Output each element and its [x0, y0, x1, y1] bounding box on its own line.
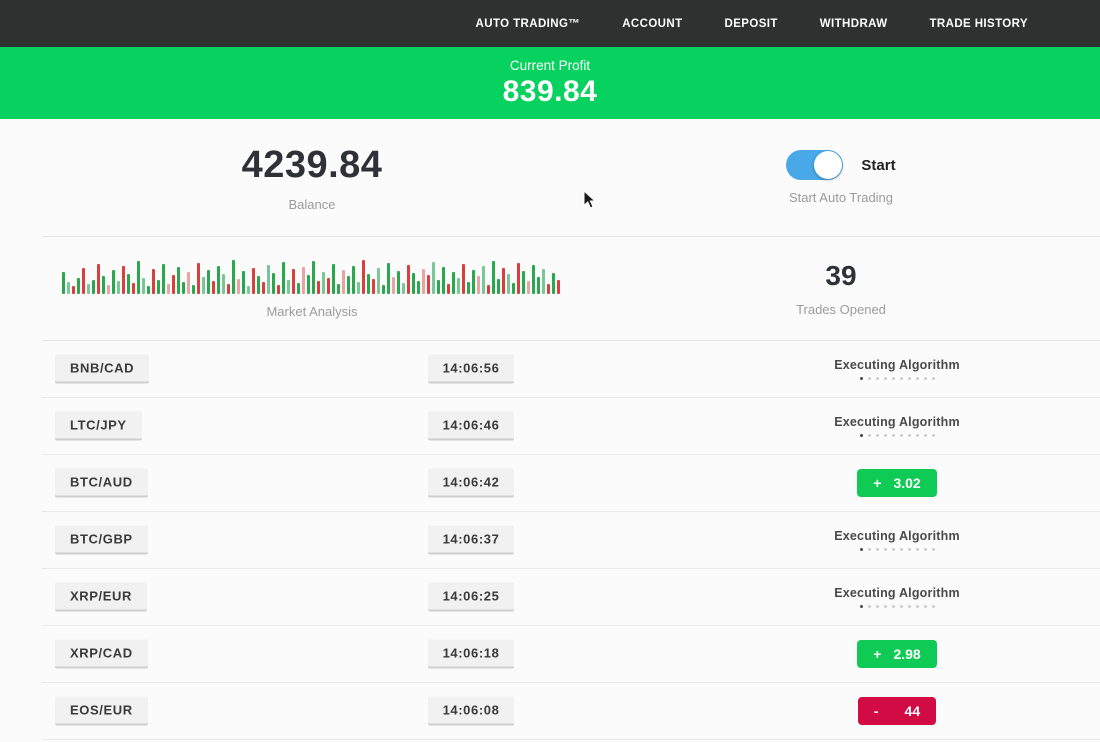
badge-sign: + [873, 475, 881, 491]
nav-item-deposit[interactable]: DEPOSIT [725, 18, 778, 30]
time-chip: 14:06:56 [428, 355, 515, 384]
badge-sign: + [873, 646, 881, 662]
nav-item-auto-trading[interactable]: AUTO TRADING™ [476, 18, 581, 30]
auto-trading-label: Start Auto Trading [789, 190, 893, 205]
status-cell: Executing Algorithm [747, 586, 1047, 608]
auto-trading-toggle[interactable] [786, 150, 843, 180]
top-nav: AUTO TRADING™ ACCOUNT DEPOSIT WITHDRAW T… [0, 0, 1100, 47]
trades-opened-value: 39 [825, 260, 856, 292]
profit-badge: + 3.02 [857, 469, 936, 497]
trades-list: BNB/CAD 14:06:56 Executing Algorithm LTC… [42, 341, 1100, 740]
pair-chip[interactable]: BTC/AUD [55, 469, 148, 498]
table-row: BTC/AUD 14:06:42 + 3.02 [42, 455, 1100, 512]
nav-item-account[interactable]: ACCOUNT [622, 18, 682, 30]
progress-dots [747, 377, 1047, 380]
main-content: 4239.84 Balance Start Start Auto Trading… [42, 119, 1100, 740]
pair-chip[interactable]: BNB/CAD [55, 355, 149, 384]
current-profit-label: Current Profit [510, 58, 590, 73]
badge-value: 2.98 [893, 646, 920, 662]
market-analysis-chart [62, 258, 562, 294]
market-section: Market Analysis 39 Trades Opened [42, 237, 1100, 341]
status-cell: Executing Algorithm [747, 358, 1047, 380]
table-row: XRP/EUR 14:06:25 Executing Algorithm [42, 569, 1100, 626]
time-chip: 14:06:42 [428, 469, 515, 498]
balance-block: 4239.84 Balance [42, 119, 582, 236]
pair-chip[interactable]: BTC/GBP [55, 526, 148, 555]
badge-sign: - [874, 703, 879, 719]
trades-opened-label: Trades Opened [796, 302, 886, 317]
table-row: EOS/EUR 14:06:08 - 44 [42, 683, 1100, 740]
table-row: XRP/CAD 14:06:18 + 2.98 [42, 626, 1100, 683]
badge-value: 44 [905, 703, 921, 719]
current-profit-banner: Current Profit 839.84 [0, 47, 1100, 119]
executing-label: Executing Algorithm [747, 586, 1047, 600]
toggle-knob [814, 151, 842, 179]
table-row: LTC/JPY 14:06:46 Executing Algorithm [42, 398, 1100, 455]
time-chip: 14:06:25 [428, 583, 515, 612]
current-profit-value: 839.84 [503, 75, 598, 109]
time-chip: 14:06:37 [428, 526, 515, 555]
status-cell: - 44 [747, 697, 1047, 725]
table-row: BTC/GBP 14:06:37 Executing Algorithm [42, 512, 1100, 569]
progress-dots [747, 605, 1047, 608]
market-analysis-block: Market Analysis [42, 237, 582, 340]
nav-item-trade-history[interactable]: TRADE HISTORY [930, 18, 1029, 30]
executing-label: Executing Algorithm [747, 358, 1047, 372]
badge-value: 3.02 [893, 475, 920, 491]
pair-chip[interactable]: XRP/EUR [55, 583, 147, 612]
time-chip: 14:06:08 [428, 697, 515, 726]
status-cell: + 2.98 [747, 640, 1047, 668]
auto-trading-block: Start Start Auto Trading [582, 119, 1100, 236]
toggle-start-label: Start [861, 157, 895, 174]
table-row: BNB/CAD 14:06:56 Executing Algorithm [42, 341, 1100, 398]
trades-opened-block: 39 Trades Opened [582, 237, 1100, 340]
pair-chip[interactable]: LTC/JPY [55, 412, 142, 441]
nav-item-withdraw[interactable]: WITHDRAW [820, 18, 888, 30]
pair-chip[interactable]: EOS/EUR [55, 697, 148, 726]
time-chip: 14:06:18 [428, 640, 515, 669]
loss-badge: - 44 [858, 697, 936, 725]
pair-chip[interactable]: XRP/CAD [55, 640, 148, 669]
progress-dots [747, 548, 1047, 551]
balance-section: 4239.84 Balance Start Start Auto Trading [42, 119, 1100, 237]
status-cell: + 3.02 [747, 469, 1047, 497]
progress-dots [747, 434, 1047, 437]
status-cell: Executing Algorithm [747, 529, 1047, 551]
executing-label: Executing Algorithm [747, 415, 1047, 429]
balance-label: Balance [289, 197, 336, 212]
market-analysis-label: Market Analysis [266, 304, 357, 319]
balance-value: 4239.84 [242, 144, 383, 187]
status-cell: Executing Algorithm [747, 415, 1047, 437]
time-chip: 14:06:46 [428, 412, 515, 441]
executing-label: Executing Algorithm [747, 529, 1047, 543]
profit-badge: + 2.98 [857, 640, 936, 668]
